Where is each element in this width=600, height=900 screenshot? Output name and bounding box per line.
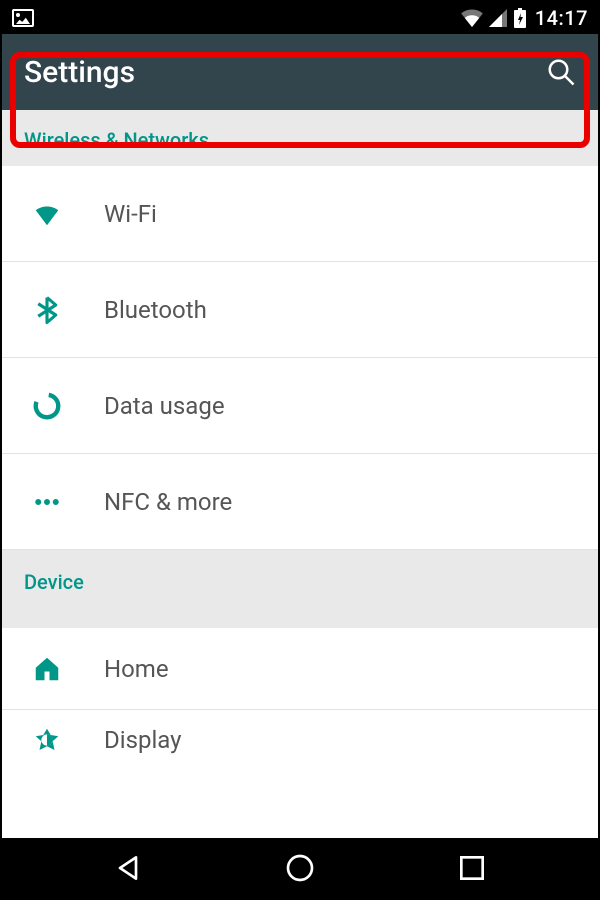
navigation-bar: [2, 838, 598, 898]
row-label: Bluetooth: [104, 296, 207, 324]
settings-row-wifi[interactable]: Wi-Fi: [2, 166, 598, 262]
settings-row-bluetooth[interactable]: Bluetooth: [2, 262, 598, 358]
battery-charging-icon: [513, 8, 527, 28]
settings-row-data-usage[interactable]: Data usage: [2, 358, 598, 454]
row-label: Display: [104, 726, 182, 754]
settings-content: Wireless & Networks Wi-Fi Bluetooth Data…: [2, 110, 598, 838]
settings-row-display[interactable]: Display: [2, 710, 598, 770]
row-label: Home: [104, 655, 169, 683]
bluetooth-icon: [32, 295, 92, 325]
home-icon: [32, 654, 92, 684]
search-icon: [546, 57, 576, 87]
back-icon: [112, 852, 144, 884]
status-clock: 14:17: [535, 6, 588, 30]
back-button[interactable]: [108, 848, 148, 888]
home-nav-icon: [284, 852, 316, 884]
settings-row-home[interactable]: Home: [2, 628, 598, 710]
wifi-status-icon: [461, 9, 483, 27]
section-header-device: Device: [2, 550, 598, 628]
signal-status-icon: [489, 9, 507, 27]
page-title: Settings: [24, 55, 135, 90]
data-usage-icon: [32, 391, 92, 421]
row-label: NFC & more: [104, 488, 232, 516]
more-icon: [32, 487, 92, 517]
recent-apps-button[interactable]: [452, 848, 492, 888]
display-icon: [32, 725, 92, 755]
recent-icon: [456, 852, 488, 884]
app-header: Settings: [2, 34, 598, 110]
home-button[interactable]: [280, 848, 320, 888]
search-button[interactable]: [546, 57, 576, 87]
section-header-wireless: Wireless & Networks: [2, 110, 598, 166]
status-bar: 14:17: [2, 2, 598, 34]
row-label: Wi-Fi: [104, 200, 157, 228]
wifi-icon: [32, 199, 92, 229]
settings-row-nfc-more[interactable]: NFC & more: [2, 454, 598, 550]
row-label: Data usage: [104, 392, 225, 420]
picture-icon: [12, 9, 34, 27]
